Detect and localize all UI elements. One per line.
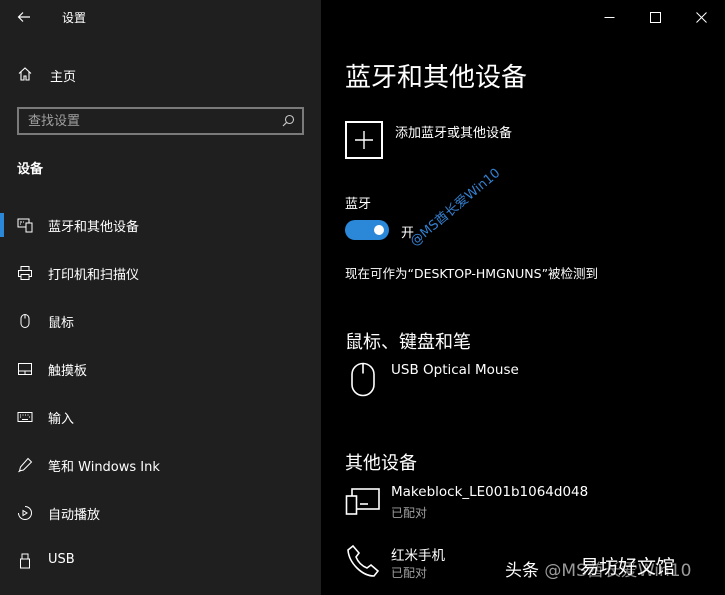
sidebar-item-label: USB xyxy=(48,552,75,567)
page-title: 蓝牙和其他设备 xyxy=(345,63,528,93)
search-box[interactable] xyxy=(17,107,304,135)
add-device-button[interactable] xyxy=(345,121,383,159)
sidebar-item-usb[interactable]: USB xyxy=(0,537,321,585)
sidebar-item-pen[interactable]: 笔和 Windows Ink xyxy=(0,441,321,489)
close-button[interactable] xyxy=(678,0,724,34)
add-device-label[interactable]: 添加蓝牙或其他设备 xyxy=(395,122,512,141)
bluetooth-devices-icon xyxy=(17,218,33,233)
close-icon xyxy=(695,11,707,23)
back-button[interactable] xyxy=(10,4,38,30)
back-arrow-icon xyxy=(17,12,30,22)
display-device-icon xyxy=(345,488,380,515)
home-icon xyxy=(18,67,32,81)
minimize-button[interactable] xyxy=(586,0,632,34)
device-usb-mouse[interactable]: USB Optical Mouse xyxy=(345,362,715,406)
watermark-site: 易坊好文馆 xyxy=(580,556,676,578)
title-bar: 设置 xyxy=(0,0,321,34)
sidebar-item-typing[interactable]: 输入 xyxy=(0,393,321,441)
window-title: 设置 xyxy=(62,11,87,25)
search-icon[interactable] xyxy=(282,114,295,127)
device-makeblock[interactable]: Makeblock_LE001b1064d048 已配对 xyxy=(345,484,715,528)
device-name: Makeblock_LE001b1064d048 xyxy=(391,484,589,500)
sidebar-item-mouse[interactable]: 鼠标 xyxy=(0,297,321,345)
section-title-devices: 设备 xyxy=(17,162,44,177)
mouse-icon xyxy=(20,314,30,328)
sidebar-nav: 蓝牙和其他设备 打印机和扫描仪 鼠标 触摸板 输入 笔和 Windows Ink… xyxy=(0,201,321,585)
sidebar-item-label: 蓝牙和其他设备 xyxy=(48,220,140,235)
bluetooth-toggle[interactable] xyxy=(345,220,389,240)
bluetooth-label: 蓝牙 xyxy=(345,197,372,212)
sidebar-item-touchpad[interactable]: 触摸板 xyxy=(0,345,321,393)
mouse-icon xyxy=(351,362,375,397)
autoplay-icon xyxy=(18,506,32,520)
watermark-brand: 头条 xyxy=(505,561,539,581)
phone-icon xyxy=(347,544,380,577)
device-name: 红米手机 xyxy=(391,548,445,564)
content-pane: 蓝牙和其他设备 添加蓝牙或其他设备 蓝牙 开 现在可作为“DESKTOP-HMG… xyxy=(321,0,725,595)
discoverable-text: 现在可作为“DESKTOP-HMGNUNS”被检测到 xyxy=(345,266,599,281)
toggle-knob xyxy=(374,225,384,235)
watermark-bottom: 头条 @MS酋长爱Win10 易坊好文馆 xyxy=(505,556,691,581)
keyboard-icon xyxy=(17,412,33,422)
settings-sidebar: 设置 主页 设备 蓝牙和其他设备 打印机和扫描仪 鼠标 触摸板 输入 xyxy=(0,0,321,595)
maximize-button[interactable] xyxy=(632,0,678,34)
sidebar-item-label: 笔和 Windows Ink xyxy=(48,460,160,475)
usb-icon xyxy=(20,553,30,569)
home-link[interactable]: 主页 xyxy=(0,58,321,90)
sidebar-item-printers[interactable]: 打印机和扫描仪 xyxy=(0,249,321,297)
maximize-icon xyxy=(649,11,661,23)
printer-icon xyxy=(18,266,32,280)
device-status: 已配对 xyxy=(391,506,428,520)
pen-icon xyxy=(18,457,33,473)
sidebar-item-label: 输入 xyxy=(48,412,75,427)
sidebar-item-label: 自动播放 xyxy=(48,508,101,523)
home-label: 主页 xyxy=(50,70,77,85)
sidebar-item-label: 鼠标 xyxy=(48,316,75,331)
device-status: 已配对 xyxy=(391,566,428,580)
search-input[interactable] xyxy=(19,109,274,133)
plus-icon xyxy=(355,131,373,149)
mouse-keyboard-pen-title: 鼠标、键盘和笔 xyxy=(345,332,471,353)
touchpad-icon xyxy=(18,363,32,375)
sidebar-item-autoplay[interactable]: 自动播放 xyxy=(0,489,321,537)
sidebar-item-bluetooth[interactable]: 蓝牙和其他设备 xyxy=(0,201,321,249)
minimize-icon xyxy=(604,16,614,18)
other-devices-title: 其他设备 xyxy=(345,453,417,474)
sidebar-item-label: 打印机和扫描仪 xyxy=(48,268,140,283)
device-name: USB Optical Mouse xyxy=(391,362,519,378)
sidebar-item-label: 触摸板 xyxy=(48,364,88,379)
